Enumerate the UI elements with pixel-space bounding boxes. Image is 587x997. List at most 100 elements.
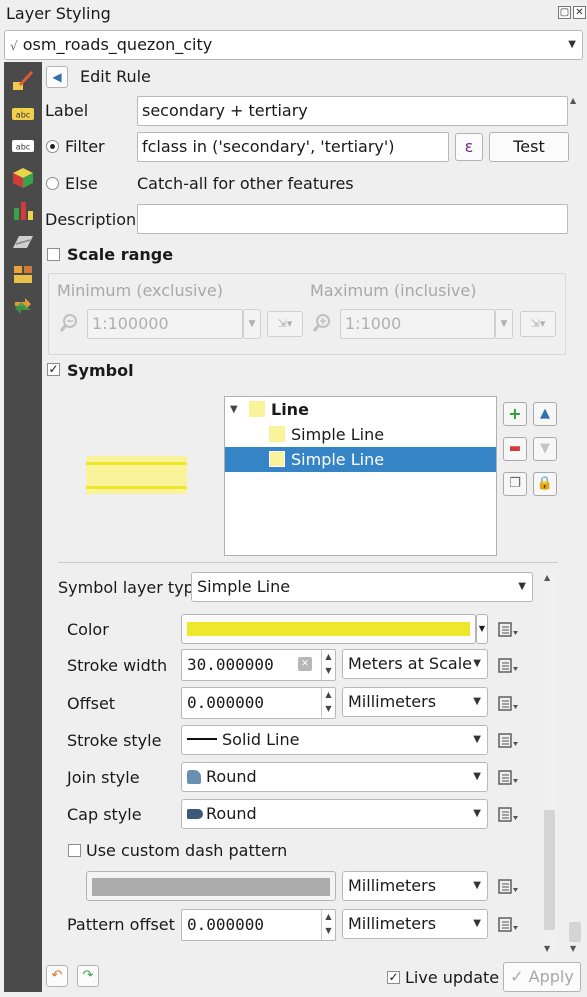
filter-expression-input[interactable]: fclass in ('secondary', 'tertiary') — [137, 132, 449, 162]
data-defined-override-icon[interactable] — [497, 694, 519, 714]
diagrams-icon[interactable] — [11, 198, 35, 222]
close-icon[interactable]: ✕ — [573, 6, 586, 19]
move-up-button[interactable]: ▲ — [533, 402, 557, 426]
spin-buttons[interactable]: ▲ ▼ — [321, 650, 335, 680]
stroke-width-caption: Stroke width — [67, 656, 168, 675]
data-defined-override-icon[interactable] — [497, 731, 519, 751]
data-defined-override-icon[interactable] — [497, 768, 519, 788]
tree-item-label: Simple Line — [291, 425, 385, 444]
tree-item-line[interactable]: ▼ Line — [225, 397, 496, 422]
chevron-down-icon: ▼ — [473, 696, 481, 707]
description-caption: Description — [45, 210, 137, 229]
duplicate-layer-button[interactable]: ❐ — [503, 472, 527, 496]
color-button[interactable] — [181, 614, 476, 644]
data-defined-override-icon[interactable] — [497, 656, 519, 676]
scroll-down-icon[interactable]: ▼ — [570, 944, 576, 953]
scroll-up-icon[interactable]: ▲ — [544, 573, 550, 582]
tree-item-simple-line-1[interactable]: Simple Line — [225, 422, 496, 447]
remove-symbol-layer-button[interactable]: ▬ — [503, 437, 527, 461]
symbol-layer-type-select[interactable]: Simple Line ▼ — [191, 572, 533, 602]
stroke-style-value: Solid Line — [222, 730, 300, 749]
color-dropdown[interactable]: ▼ — [476, 614, 488, 644]
fields-icon[interactable] — [11, 230, 35, 254]
offset-caption: Offset — [67, 694, 116, 713]
move-down-button[interactable]: ▼ — [533, 437, 557, 461]
label-input[interactable]: secondary + tertiary — [137, 96, 568, 126]
cap-style-value: Round — [206, 804, 257, 823]
else-description: Catch-all for other features — [137, 174, 354, 193]
chevron-down-icon: ▼ — [518, 581, 526, 592]
maximum-scale-dropdown[interactable]: ▼ — [495, 309, 513, 339]
tree-item-simple-line-2[interactable]: Simple Line — [225, 447, 496, 472]
lock-layer-button[interactable]: 🔒 — [533, 472, 557, 496]
unit-value: Millimeters — [348, 692, 437, 711]
history-icon[interactable] — [11, 294, 35, 318]
chevron-down-icon: ▼ — [568, 39, 576, 50]
offset-spinbox[interactable]: 0.000000 ▲ ▼ — [181, 687, 336, 719]
join-style-select[interactable]: Round ▼ — [181, 762, 488, 792]
scale-range-checkbox[interactable] — [47, 248, 60, 261]
cap-style-select[interactable]: Round ▼ — [181, 799, 488, 829]
data-defined-override-icon[interactable] — [497, 805, 519, 825]
3d-view-icon[interactable] — [11, 166, 35, 190]
expression-builder-button[interactable]: ε — [455, 133, 483, 161]
collapse-arrow-icon[interactable]: ▼ — [230, 397, 238, 422]
scrollbar-thumb[interactable] — [569, 922, 581, 942]
float-panel-icon[interactable]: ▢ — [558, 6, 571, 19]
stroke-style-select[interactable]: Solid Line ▼ — [181, 725, 488, 755]
else-radio[interactable] — [46, 177, 59, 190]
scale-range-caption: Scale range — [67, 245, 174, 264]
custom-dash-checkbox[interactable] — [68, 844, 81, 857]
redo-icon[interactable]: ↷ — [77, 965, 99, 987]
scroll-up-icon[interactable]: ▲ — [570, 96, 576, 105]
dash-unit-select[interactable]: Millimeters ▼ — [342, 871, 488, 901]
live-update-checkbox[interactable]: ✓ — [387, 971, 400, 984]
dash-pattern-button[interactable] — [86, 871, 336, 901]
back-button[interactable]: ◀ — [46, 66, 68, 88]
spin-buttons[interactable]: ▲ ▼ — [321, 688, 335, 718]
spin-buttons[interactable]: ▲ ▼ — [321, 910, 335, 940]
pattern-offset-unit-select[interactable]: Millimeters ▼ — [342, 909, 488, 939]
apply-button[interactable]: ✓ Apply — [503, 962, 581, 992]
scroll-down-icon[interactable]: ▼ — [544, 944, 550, 953]
color-swatch — [187, 622, 470, 636]
test-button[interactable]: Test — [489, 132, 569, 162]
chevron-down-icon: ▼ — [473, 734, 481, 745]
line-layer-icon: √ — [10, 39, 18, 53]
data-defined-override-icon[interactable] — [497, 915, 519, 935]
maximum-scale-input[interactable]: 1:1000 — [340, 309, 495, 339]
layer-rendering-icon[interactable] — [11, 262, 35, 286]
symbology-brush-icon[interactable] — [11, 68, 35, 92]
scrollbar-thumb[interactable] — [544, 810, 555, 930]
round-join-icon — [187, 770, 201, 784]
labels-icon[interactable]: abc — [11, 102, 35, 126]
panel-scrollbar[interactable]: ▲ ▼ — [568, 96, 583, 956]
offset-value: 0.000000 — [187, 693, 265, 712]
stroke-width-spinbox[interactable]: 30.000000 ✕ ▲ ▼ — [181, 649, 336, 681]
data-defined-override-icon[interactable] — [497, 877, 519, 897]
maximum-current-scale-button[interactable]: ⇲▾ — [520, 311, 556, 337]
else-caption: Else — [65, 174, 98, 193]
custom-dash-caption: Use custom dash pattern — [86, 841, 288, 860]
cap-style-caption: Cap style — [67, 805, 142, 824]
chevron-down-icon: ▼ — [473, 918, 481, 929]
filter-radio[interactable] — [46, 140, 59, 153]
symbol-checkbox[interactable]: ✓ — [47, 363, 60, 376]
description-input[interactable] — [137, 204, 568, 234]
data-defined-override-icon[interactable] — [497, 620, 519, 640]
layer-selector[interactable]: √ osm_roads_quezon_city ▼ — [4, 30, 583, 60]
minimum-scale-input[interactable]: 1:100000 — [87, 309, 243, 339]
undo-icon[interactable]: ↶ — [46, 965, 68, 987]
minimum-current-scale-button[interactable]: ⇲▾ — [267, 311, 303, 337]
label-caption: Label — [45, 101, 89, 120]
clear-icon[interactable]: ✕ — [298, 657, 312, 671]
masks-icon[interactable]: abc — [11, 134, 35, 158]
layer-name: osm_roads_quezon_city — [22, 35, 213, 54]
minimum-scale-dropdown[interactable]: ▼ — [243, 309, 261, 339]
pattern-offset-spinbox[interactable]: 0.000000 ▲ ▼ — [181, 909, 336, 941]
add-symbol-layer-button[interactable]: + — [503, 402, 527, 426]
stroke-width-unit-select[interactable]: Meters at Scale ▼ — [342, 649, 488, 679]
offset-unit-select[interactable]: Millimeters ▼ — [342, 687, 488, 717]
simple-line-swatch — [269, 426, 285, 442]
symbol-preview — [86, 456, 187, 494]
